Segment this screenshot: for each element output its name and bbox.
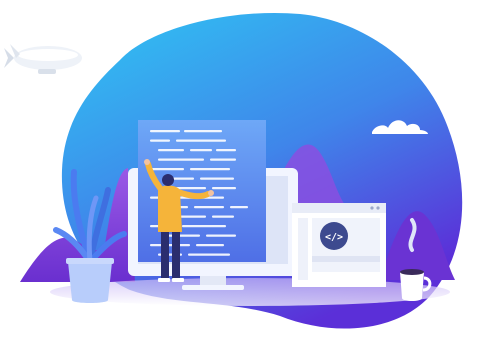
code-line — [176, 139, 226, 142]
code-line — [158, 158, 204, 161]
code-line — [206, 234, 236, 237]
browser-window: </> — [292, 203, 386, 287]
code-line — [212, 187, 236, 190]
code-line — [200, 177, 234, 180]
code-line — [212, 215, 234, 218]
code-line — [190, 149, 212, 152]
code-line — [216, 149, 236, 152]
code-line — [184, 130, 222, 133]
code-line — [166, 234, 200, 237]
code-line — [196, 244, 224, 247]
code-line — [190, 168, 230, 171]
code-line — [188, 253, 230, 256]
code-line — [150, 139, 170, 142]
code-line — [150, 130, 180, 133]
code-line — [182, 225, 226, 228]
code-line — [150, 168, 184, 171]
floor-shadow — [50, 278, 450, 306]
developer-illustration: </> — [4, 12, 463, 329]
code-panel — [138, 120, 266, 262]
code-line — [158, 149, 184, 152]
code-icon: </> — [325, 232, 343, 243]
code-line — [210, 158, 236, 161]
code-line — [230, 206, 248, 209]
code-line — [150, 244, 190, 247]
blimp — [4, 44, 82, 74]
code-line — [194, 206, 224, 209]
